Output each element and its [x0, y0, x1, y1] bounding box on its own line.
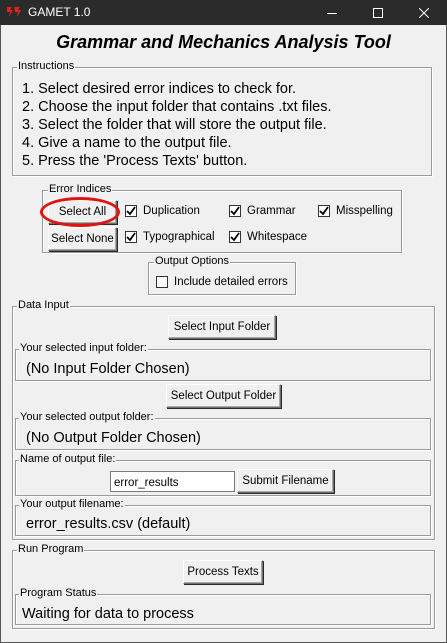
- input-folder-value: (No Input Folder Chosen): [26, 361, 190, 377]
- program-status-value: Waiting for data to process: [22, 606, 194, 622]
- process-texts-button[interactable]: Process Texts: [183, 560, 263, 584]
- grammar-label: Grammar: [247, 205, 296, 217]
- select-none-button[interactable]: Select None: [48, 227, 117, 251]
- highlight-annotation: [40, 197, 120, 227]
- output-filename-label: Your output filename:: [19, 498, 125, 511]
- checkmark-icon: [126, 232, 136, 242]
- detailed-errors-label: Include detailed errors: [174, 276, 288, 288]
- misspelling-checkbox[interactable]: [318, 205, 330, 217]
- close-icon: [419, 7, 429, 18]
- instruction-line: 3. Select the folder that will store the…: [22, 117, 327, 133]
- detailed-errors-checkbox[interactable]: [156, 276, 168, 288]
- minimize-icon: [327, 12, 337, 14]
- instruction-line: 1. Select desired error indices to check…: [22, 81, 297, 97]
- checkmark-icon: [230, 206, 240, 216]
- minimize-button[interactable]: [309, 0, 355, 25]
- window-title: GAMET 1.0: [28, 5, 91, 19]
- page-title: Grammar and Mechanics Analysis Tool: [56, 32, 391, 52]
- close-button[interactable]: [401, 0, 447, 25]
- select-output-folder-button[interactable]: Select Output Folder: [166, 384, 281, 408]
- filename-label: Name of output file:: [19, 453, 117, 466]
- whitespace-label: Whitespace: [247, 231, 308, 243]
- run-program-label: Run Program: [17, 543, 85, 556]
- misspelling-label: Misspelling: [336, 205, 393, 217]
- checkmark-icon: [319, 206, 329, 216]
- output-filename-value: error_results.csv (default): [26, 516, 191, 532]
- output-folder-label: Your selected output folder:: [19, 411, 155, 424]
- maximize-button[interactable]: [355, 0, 401, 25]
- output-options-label: Output Options: [154, 255, 230, 268]
- data-input-label: Data Input: [17, 299, 70, 312]
- typographical-label: Typographical: [143, 231, 215, 243]
- checkmark-icon: [126, 206, 136, 216]
- instruction-line: 2. Choose the input folder that contains…: [22, 99, 332, 115]
- maximize-icon: [373, 7, 383, 18]
- typographical-checkbox[interactable]: [125, 231, 137, 243]
- error-indices-label: Error Indices: [48, 183, 113, 196]
- submit-filename-button[interactable]: Submit Filename: [237, 469, 334, 493]
- select-input-folder-button[interactable]: Select Input Folder: [168, 315, 276, 339]
- output-folder-value: (No Output Folder Chosen): [26, 430, 201, 446]
- program-status-label: Program Status: [19, 587, 98, 600]
- instruction-line: 5. Press the 'Process Texts' button.: [22, 153, 248, 169]
- instructions-label: Instructions: [17, 60, 76, 73]
- input-folder-label: Your selected input folder:: [19, 342, 148, 355]
- whitespace-checkbox[interactable]: [229, 231, 241, 243]
- duplication-label: Duplication: [143, 205, 200, 217]
- filename-input[interactable]: [110, 471, 235, 492]
- app-logo-icon: [6, 5, 22, 19]
- instruction-line: 4. Give a name to the output file.: [22, 135, 232, 151]
- checkmark-icon: [230, 232, 240, 242]
- grammar-checkbox[interactable]: [229, 205, 241, 217]
- duplication-checkbox[interactable]: [125, 205, 137, 217]
